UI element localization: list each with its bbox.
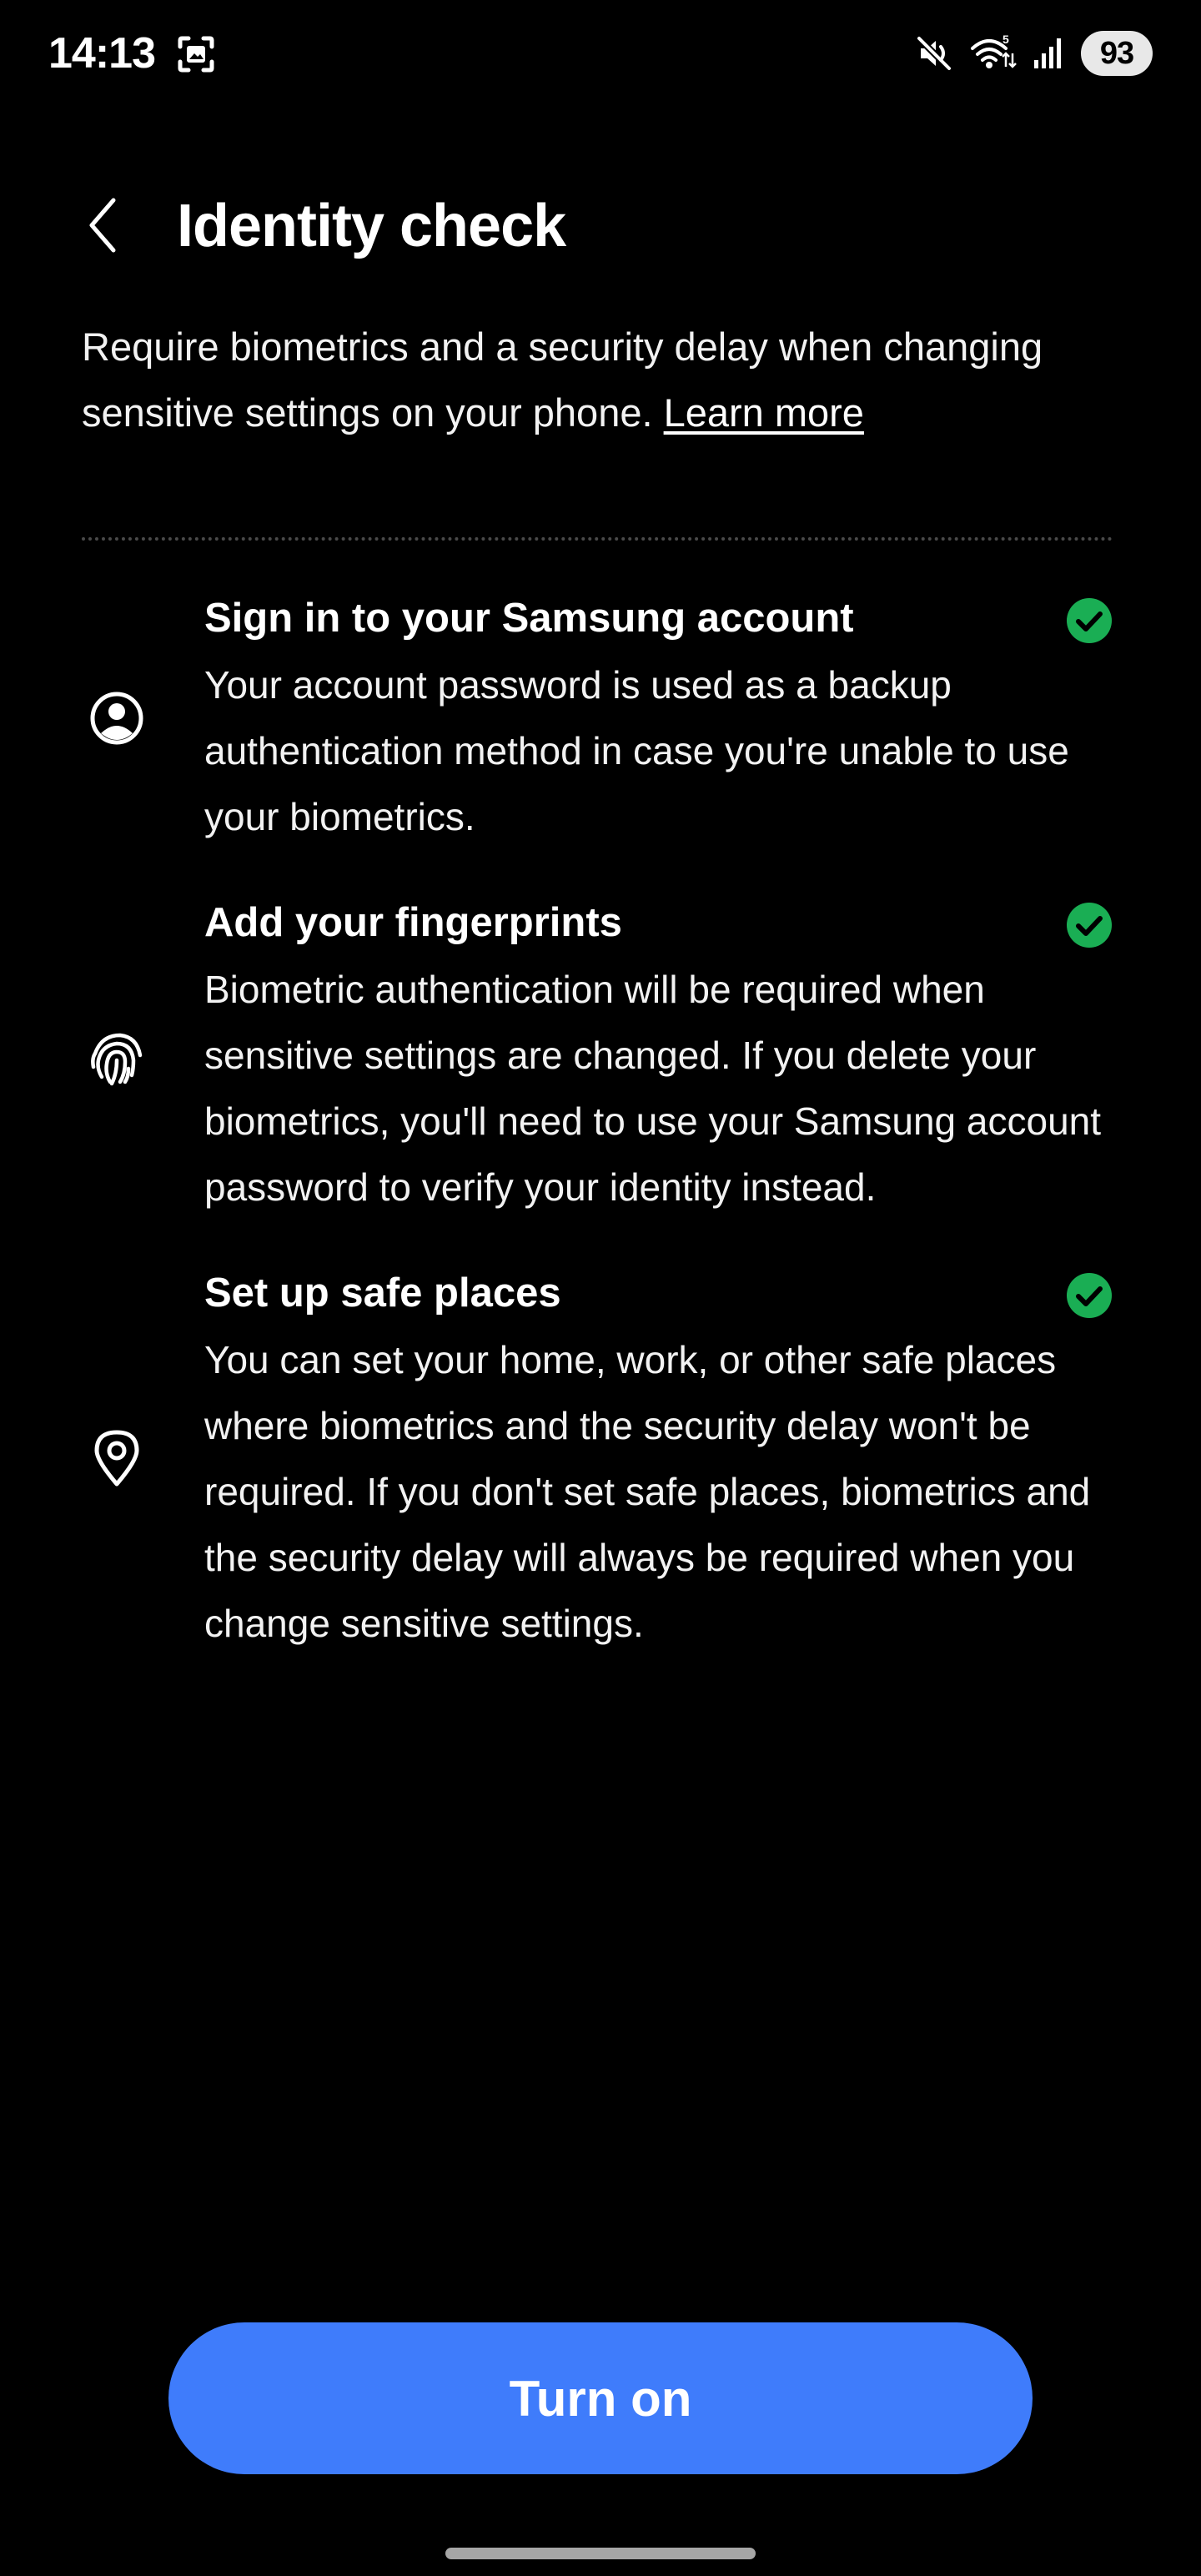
requirement-description: Biometric authentication will be require… [204, 968, 1102, 1209]
app-bar: Identity check [0, 180, 1201, 272]
home-indicator[interactable] [445, 2548, 756, 2559]
requirement-title: Sign in to your Samsung account [204, 596, 854, 641]
status-bar: 14:13 5 93 [0, 0, 1201, 107]
requirement-safe-places: Set up safe places You can set your home… [0, 1265, 1201, 1666]
description-text: Require biometrics and a security delay … [82, 325, 1043, 435]
status-icons: 5 93 [914, 30, 1153, 77]
requirement-fingerprints: Add your fingerprints Biometric authenti… [0, 895, 1201, 1229]
mute-icon [914, 33, 954, 73]
back-button[interactable] [70, 192, 137, 259]
requirement-samsung-account: Sign in to your Samsung account Your acc… [0, 591, 1201, 858]
page-description: Require biometrics and a security delay … [82, 314, 1133, 445]
divider [82, 537, 1113, 541]
svg-text:5: 5 [1003, 33, 1009, 46]
requirement-title: Set up safe places [204, 1270, 561, 1316]
battery-icon: 93 [1081, 31, 1153, 76]
requirement-description: Your account password is used as a backu… [204, 663, 1069, 838]
signal-icon [1033, 33, 1066, 73]
turn-on-button[interactable]: Turn on [168, 2322, 1033, 2474]
screenshot-icon [175, 33, 217, 75]
fingerprint-icon [87, 1029, 147, 1089]
chevron-left-icon [89, 198, 116, 253]
requirement-title: Add your fingerprints [204, 900, 622, 945]
page-title: Identity check [177, 193, 566, 259]
requirement-text: Sign in to your Samsung account Your acc… [204, 591, 1122, 850]
requirement-text: Set up safe places You can set your home… [204, 1265, 1122, 1657]
account-icon [87, 688, 147, 748]
check-circle-icon [1066, 597, 1113, 644]
location-pin-icon [87, 1427, 147, 1487]
learn-more-link[interactable]: Learn more [664, 390, 864, 435]
requirement-description: You can set your home, work, or other sa… [204, 1338, 1091, 1645]
check-circle-icon [1066, 1272, 1113, 1319]
status-time: 14:13 [48, 29, 156, 78]
requirement-text: Add your fingerprints Biometric authenti… [204, 895, 1122, 1220]
check-circle-icon [1066, 902, 1113, 948]
wifi-icon: 5 [969, 33, 1018, 73]
